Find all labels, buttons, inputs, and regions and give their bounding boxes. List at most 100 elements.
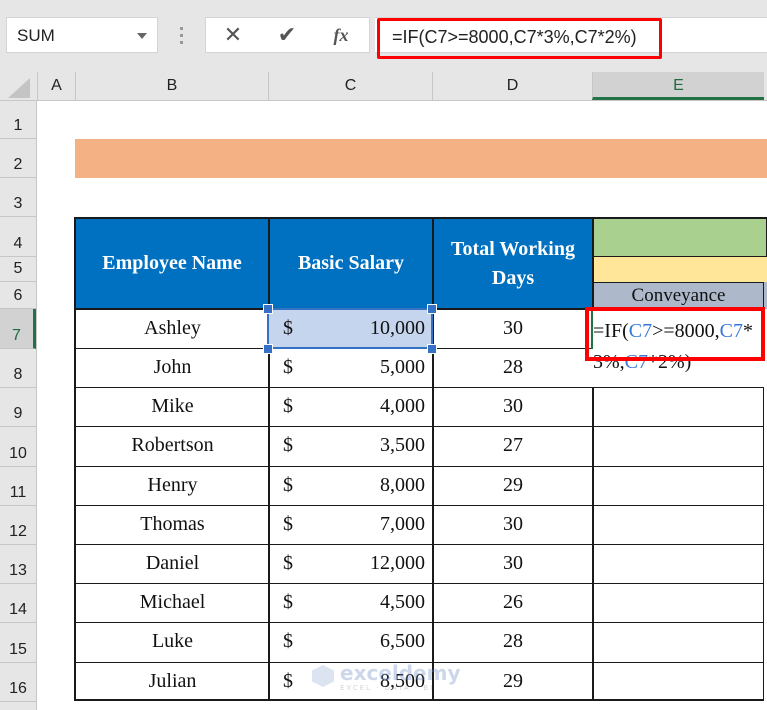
header-next-column (763, 282, 767, 310)
currency-symbol: $ (283, 630, 293, 652)
conveyance-cell[interactable] (592, 583, 764, 623)
watermark-brand: exceldemy (340, 661, 461, 685)
employee-name-cell[interactable]: Ashley (74, 309, 270, 349)
chevron-down-icon[interactable] (137, 33, 147, 39)
working-days-cell[interactable]: 30 (432, 505, 594, 545)
column-header-b[interactable]: B (75, 72, 268, 100)
name-box-value: SUM (17, 26, 55, 45)
watermark: exceldemy EXCEL · DATA · BI (310, 661, 461, 693)
salary-amount: 8,000 (380, 474, 425, 496)
working-days-cell[interactable]: 28 (432, 348, 594, 388)
selected-cell-c7-border (267, 308, 433, 349)
salary-amount: 12,000 (370, 552, 425, 574)
watermark-tagline: EXCEL · DATA · BI (340, 684, 435, 692)
conveyance-cell[interactable] (592, 544, 764, 584)
basic-salary-cell[interactable]: $7,000 (268, 505, 434, 545)
salary-amount: 7,000 (380, 513, 425, 535)
working-days-cell[interactable]: 30 (432, 387, 594, 427)
employee-name-cell[interactable]: Julian (74, 662, 270, 701)
working-days-cell[interactable]: 26 (432, 583, 594, 623)
salary-amount: 6,500 (380, 630, 425, 652)
insert-function-icon[interactable]: fx (326, 22, 356, 48)
row-header-4[interactable]: 4 (0, 217, 36, 257)
basic-salary-cell[interactable]: $6,500 (268, 622, 434, 663)
working-days-cell[interactable]: 27 (432, 426, 594, 467)
drag-handle-icon[interactable] (180, 27, 183, 44)
formula-toolbar: SUM ✕ ✔ fx =IF(C7>=8000,C7*3%,C7*2%) (0, 0, 767, 72)
cancel-icon[interactable]: ✕ (218, 22, 248, 48)
employee-name-cell[interactable]: Daniel (74, 544, 270, 584)
basic-salary-cell[interactable]: $5,000 (268, 348, 434, 388)
row-header-9[interactable]: 9 (0, 388, 36, 427)
employee-name-cell[interactable]: Michael (74, 583, 270, 623)
currency-symbol: $ (283, 356, 293, 378)
employee-name-cell[interactable]: Thomas (74, 505, 270, 545)
working-days-cell[interactable]: 30 (432, 309, 594, 349)
employee-name-cell[interactable]: Robertson (74, 426, 270, 467)
title-banner (75, 139, 767, 178)
working-days-cell[interactable]: 29 (432, 466, 594, 506)
row-header-2[interactable]: 2 (0, 139, 36, 178)
row-header-10[interactable]: 10 (0, 427, 36, 467)
column-header-c[interactable]: C (268, 72, 432, 100)
header-employee-name[interactable]: Employee Name (74, 217, 270, 310)
currency-symbol: $ (283, 670, 293, 692)
select-all-icon[interactable] (8, 78, 30, 98)
row-header-15[interactable]: 15 (0, 623, 36, 663)
header-conveyance[interactable]: Conveyance (592, 282, 764, 310)
currency-symbol: $ (283, 474, 293, 496)
resize-handle-bottom-left[interactable] (263, 344, 273, 354)
resize-handle-bottom-right[interactable] (427, 344, 437, 354)
row-header-14[interactable]: 14 (0, 584, 36, 623)
employee-name-cell[interactable]: Mike (74, 387, 270, 427)
edit-cell-highlight-box (585, 307, 765, 361)
basic-salary-cell[interactable]: $4,000 (268, 387, 434, 427)
enter-check-icon[interactable]: ✔ (272, 22, 302, 48)
employee-name-cell[interactable]: John (74, 348, 270, 388)
employee-name-cell[interactable]: Henry (74, 466, 270, 506)
conveyance-cell[interactable] (592, 662, 764, 701)
row-header-7[interactable]: 7 (0, 309, 36, 349)
working-days-cell[interactable]: 30 (432, 544, 594, 584)
basic-salary-cell[interactable]: $12,000 (268, 544, 434, 584)
salary-amount: 5,000 (380, 356, 425, 378)
row-header-5[interactable]: 5 (0, 257, 36, 282)
row-header-13[interactable]: 13 (0, 545, 36, 584)
header-green-band[interactable] (592, 217, 767, 257)
watermark-logo-icon (312, 665, 334, 687)
edit-cursor-bar (591, 311, 593, 349)
column-header-e[interactable]: E (592, 72, 764, 100)
conveyance-cell[interactable] (592, 426, 764, 467)
row-header-12[interactable]: 12 (0, 506, 36, 545)
header-basic-salary[interactable]: Basic Salary (268, 217, 434, 310)
basic-salary-cell[interactable]: $8,000 (268, 466, 434, 506)
conveyance-cell[interactable] (592, 505, 764, 545)
basic-salary-cell[interactable]: $3,500 (268, 426, 434, 467)
row-header-16[interactable]: 16 (0, 663, 36, 702)
working-days-cell[interactable]: 28 (432, 622, 594, 663)
basic-salary-cell[interactable]: $4,500 (268, 583, 434, 623)
column-header-a[interactable]: A (37, 72, 75, 100)
header-total-working-days[interactable]: Total Working Days (432, 217, 594, 310)
header-yellow-band[interactable] (592, 256, 767, 283)
row-header-1[interactable]: 1 (0, 101, 36, 139)
employee-name-cell[interactable]: Luke (74, 622, 270, 663)
currency-symbol: $ (283, 552, 293, 574)
resize-handle-top-left[interactable] (263, 304, 273, 314)
conveyance-cell[interactable] (592, 387, 764, 427)
currency-symbol: $ (283, 591, 293, 613)
column-headers: A B C D E (0, 72, 767, 101)
column-header-d[interactable]: D (432, 72, 592, 100)
salary-amount: 3,500 (380, 434, 425, 456)
row-header-3[interactable]: 3 (0, 178, 36, 217)
row-header-6[interactable]: 6 (0, 282, 36, 309)
row-header-11[interactable]: 11 (0, 467, 36, 506)
salary-amount: 4,500 (380, 591, 425, 613)
currency-symbol: $ (283, 434, 293, 456)
currency-symbol: $ (283, 395, 293, 417)
conveyance-cell[interactable] (592, 466, 764, 506)
conveyance-cell[interactable] (592, 622, 764, 663)
resize-handle-top-right[interactable] (427, 304, 437, 314)
name-box[interactable]: SUM (6, 17, 158, 53)
row-header-8[interactable]: 8 (0, 349, 36, 388)
